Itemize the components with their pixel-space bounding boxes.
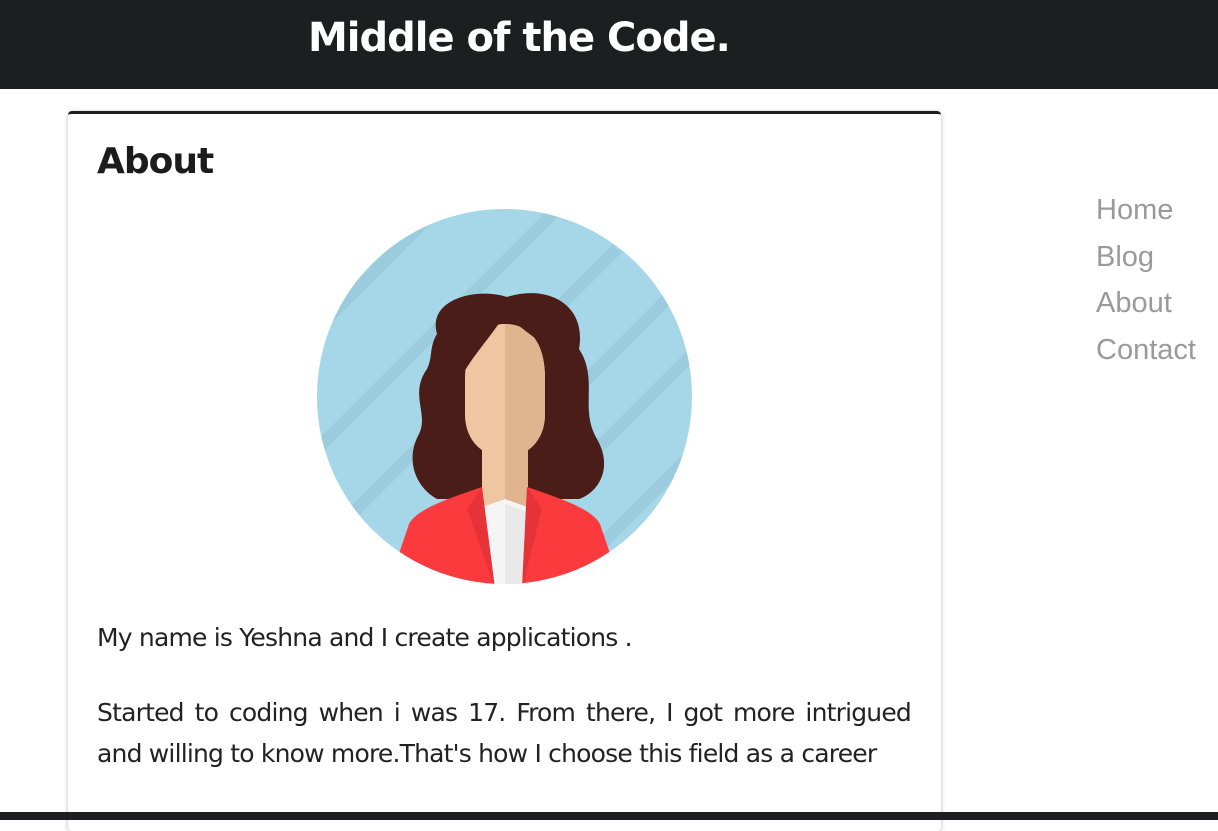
nav-link-about[interactable]: About <box>1096 280 1196 327</box>
footer-bar <box>0 812 1218 820</box>
about-card: About My name is Yeshna and I create app… <box>68 111 941 831</box>
nav-item-about: About <box>1096 280 1196 327</box>
site-title[interactable]: Middle of the Code. <box>308 10 731 66</box>
nav-link-blog[interactable]: Blog <box>1096 234 1196 281</box>
nav-item-blog: Blog <box>1096 234 1196 281</box>
bio-paragraph-intro: My name is Yeshna and I create applicati… <box>97 623 633 652</box>
about-heading: About <box>97 141 214 182</box>
site-nav: Home Blog About Contact <box>1096 187 1196 373</box>
site-header: Middle of the Code. <box>0 0 1218 89</box>
nav-link-home[interactable]: Home <box>1096 187 1196 234</box>
bio-paragraph-story: Started to coding when i was 17. From th… <box>97 698 912 768</box>
nav-item-contact: Contact <box>1096 327 1196 374</box>
nav-item-home: Home <box>1096 187 1196 234</box>
nav-link-contact[interactable]: Contact <box>1096 327 1196 374</box>
woman-avatar-icon <box>317 209 692 584</box>
